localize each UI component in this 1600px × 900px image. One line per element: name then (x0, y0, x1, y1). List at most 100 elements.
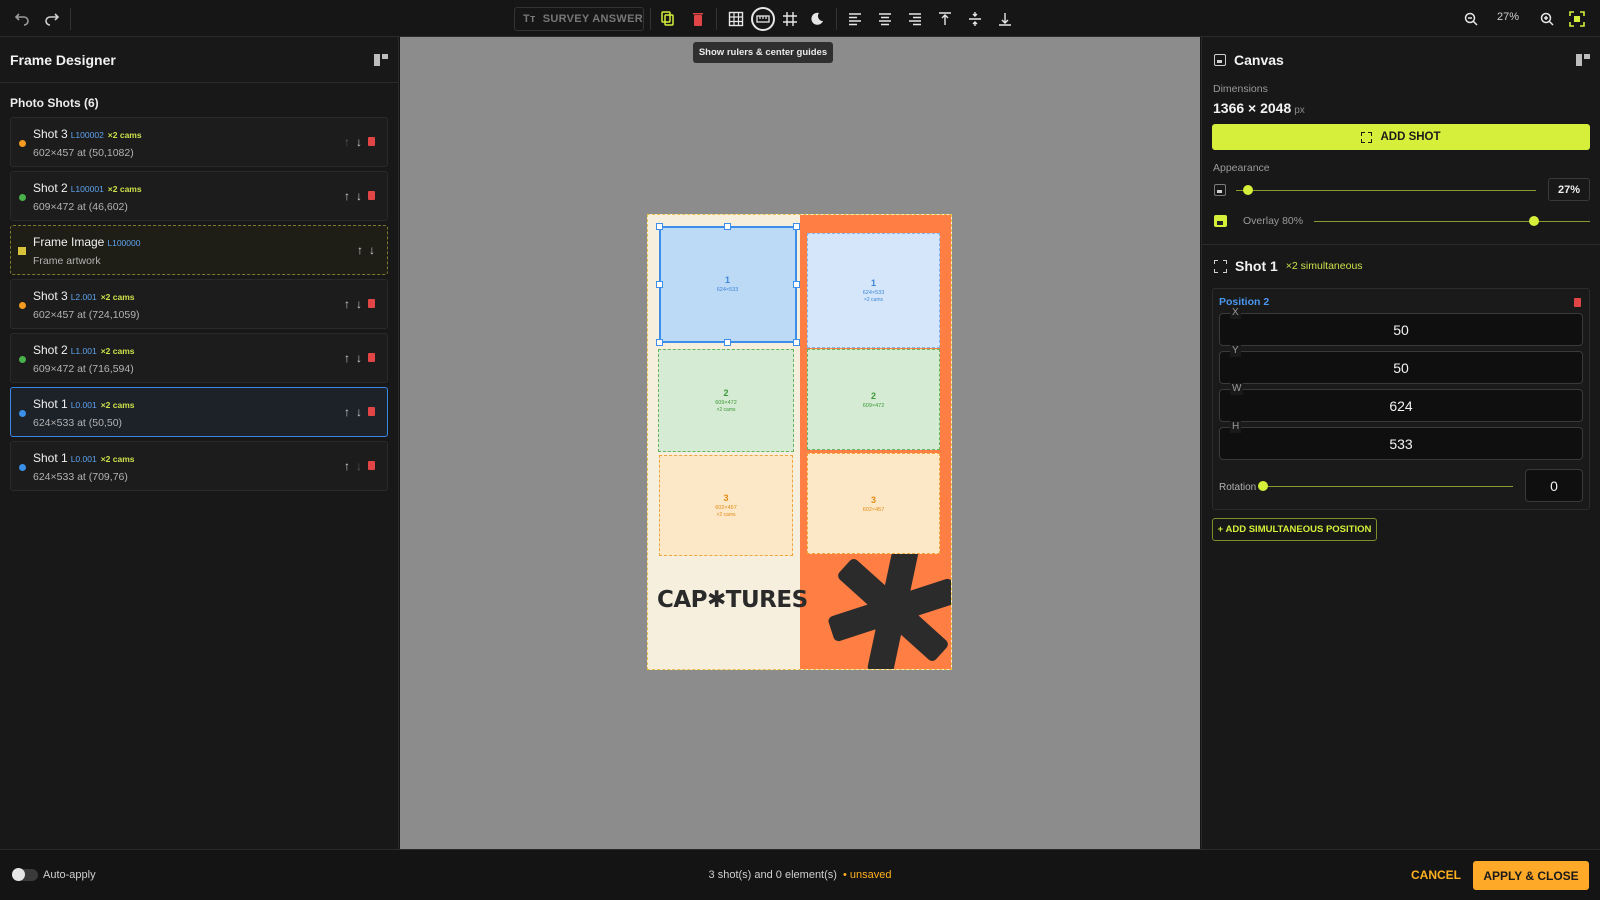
move-up-icon[interactable]: ↑ (344, 460, 350, 472)
zoom-out-icon[interactable] (1459, 7, 1483, 31)
delete-icon[interactable] (686, 7, 710, 31)
canvas-properties-panel: Canvas Dimensions 1366 × 2048 px ADD SHOT… (1201, 37, 1600, 849)
resize-handle[interactable] (724, 223, 731, 230)
frame-artboard[interactable]: CAP✱TURES 1 624×533 2 609×472 ×2 cams 3 … (647, 214, 952, 670)
shot-row[interactable]: Shot 3 L100002 ×2 cams 602×457 at (50,1082… (10, 117, 388, 167)
shot-name: Shot 3 (33, 127, 68, 141)
delete-shot-icon[interactable] (368, 190, 375, 200)
delete-shot-icon[interactable] (368, 298, 375, 308)
shot-3-slot[interactable]: 3 602×457 ×2 cams (659, 455, 793, 556)
cancel-button[interactable]: CANCEL (1411, 868, 1461, 882)
rotation-value-box[interactable]: 0 (1525, 469, 1583, 502)
move-up-icon[interactable]: ↑ (357, 244, 363, 256)
resize-handle[interactable] (793, 339, 800, 346)
zoom-slider-knob[interactable] (1243, 185, 1253, 195)
align-top-icon[interactable] (933, 7, 957, 31)
dark-mode-icon[interactable] (805, 7, 829, 31)
shot-row[interactable]: Shot 2 L1.001 ×2 cams 609×472 at (716,594)… (10, 333, 388, 383)
align-right-icon[interactable] (903, 7, 927, 31)
shot-meta: 609×472 at (716,594) (33, 363, 134, 375)
shot-row-selected[interactable]: Shot 1 L0.001 ×2 cams 624×533 at (50,50) ↑… (10, 387, 388, 437)
move-down-icon[interactable]: ↓ (356, 136, 362, 148)
rotation-slider-knob[interactable] (1258, 481, 1268, 491)
delete-shot-icon[interactable] (368, 460, 375, 470)
overlay-slider-track[interactable] (1314, 221, 1590, 222)
frame-image-row[interactable]: Frame Image L100000 Frame artwork ↑ ↓ (10, 225, 388, 275)
right-panel-header: Canvas (1202, 37, 1600, 83)
x-field[interactable]: X 50 (1219, 307, 1583, 346)
move-down-icon[interactable]: ↓ (356, 298, 362, 310)
h-field[interactable]: H 533 (1219, 421, 1583, 460)
align-center-icon[interactable] (873, 7, 897, 31)
align-bottom-icon[interactable] (993, 7, 1017, 31)
panel-title: Frame Designer (10, 51, 116, 68)
shot-meta: Frame artwork (33, 255, 101, 267)
zoom-slider-track[interactable] (1236, 190, 1536, 191)
grid-icon[interactable] (724, 7, 748, 31)
shot-actions: ↑ ↓ (344, 298, 375, 310)
move-down-icon[interactable]: ↓ (356, 406, 362, 418)
shot-row[interactable]: Shot 3 L2.001 ×2 cams 602×457 at (724,1059… (10, 279, 388, 329)
resize-handle[interactable] (724, 339, 731, 346)
shot-row[interactable]: Shot 1 L0.001 ×2 cams 624×533 at (709,76) … (10, 441, 388, 491)
survey-answer-button[interactable]: Tт SURVEY ANSWER (514, 7, 644, 31)
apply-close-button[interactable]: APPLY & CLOSE (1473, 861, 1589, 890)
move-up-icon[interactable]: ↑ (344, 352, 350, 364)
frame-designer-panel: Frame Designer Photo Shots (6) Shot 3 L10… (0, 37, 399, 849)
move-down-icon[interactable]: ↓ (356, 460, 362, 472)
resize-handle[interactable] (656, 223, 663, 230)
y-field[interactable]: Y 50 (1219, 345, 1583, 384)
shot-3-slot-right[interactable]: 3 602×457 (807, 453, 940, 554)
move-up-icon[interactable]: ↑ (344, 190, 350, 202)
delete-position-icon[interactable] (1574, 298, 1581, 307)
zoom-value-box[interactable]: 27% (1548, 178, 1590, 201)
frame-corners-icon (1361, 131, 1373, 143)
layer-id: L2.001 (70, 292, 97, 302)
resize-handle[interactable] (656, 281, 663, 288)
canvas-stage[interactable]: CAP✱TURES 1 624×533 2 609×472 ×2 cams 3 … (400, 37, 1200, 849)
slot-number: 2 (870, 390, 876, 401)
shot-2-slot-right[interactable]: 2 609×472 (807, 349, 940, 450)
redo-icon[interactable] (40, 7, 64, 31)
w-field[interactable]: W 624 (1219, 383, 1583, 422)
toolbar-divider (716, 8, 717, 30)
move-down-icon[interactable]: ↓ (356, 352, 362, 364)
resize-handle[interactable] (793, 223, 800, 230)
status-dot (19, 356, 26, 363)
slot-number: 1 (870, 278, 876, 288)
selection-outline[interactable] (659, 226, 797, 343)
undo-icon[interactable] (10, 7, 34, 31)
shot-row[interactable]: Shot 2 L100001 ×2 cams 609×472 at (46,602)… (10, 171, 388, 221)
shot-2-slot[interactable]: 2 609×472 ×2 cams (658, 349, 794, 452)
duplicate-icon[interactable] (656, 7, 680, 31)
slot-dimensions: 609×472 (715, 400, 737, 406)
rulers-icon[interactable] (751, 7, 775, 31)
shot-1-slot-right[interactable]: 1 624×533 ×2 cams (807, 233, 940, 348)
panel-toggle-icon[interactable] (1576, 54, 1590, 66)
move-up-icon[interactable]: ↑ (344, 298, 350, 310)
shot-name: Shot 2 (33, 181, 68, 195)
top-toolbar: Tт SURVEY ANSWER 27% (0, 0, 1600, 37)
center-guides-icon[interactable] (778, 7, 802, 31)
move-down-icon[interactable]: ↓ (369, 244, 375, 256)
resize-handle[interactable] (793, 281, 800, 288)
slot-dimensions: 624×533 (862, 290, 885, 296)
overlay-slider-knob[interactable] (1529, 216, 1539, 226)
add-shot-button[interactable]: ADD SHOT (1212, 124, 1590, 150)
delete-shot-icon[interactable] (368, 406, 375, 416)
delete-shot-icon[interactable] (368, 352, 375, 362)
delete-shot-icon[interactable] (368, 136, 375, 146)
align-left-icon[interactable] (843, 7, 867, 31)
panel-toggle-icon[interactable] (374, 53, 388, 66)
zoom-in-icon[interactable] (1535, 7, 1559, 31)
align-middle-icon[interactable] (963, 7, 987, 31)
frame-corners-icon (1214, 259, 1227, 273)
slot-cams: ×2 cams (716, 407, 736, 413)
move-up-icon[interactable]: ↑ (344, 136, 350, 148)
move-down-icon[interactable]: ↓ (356, 190, 362, 202)
fit-screen-icon[interactable] (1565, 7, 1589, 31)
rotation-slider-track[interactable] (1261, 486, 1513, 487)
resize-handle[interactable] (656, 339, 663, 346)
move-up-icon[interactable]: ↑ (344, 406, 350, 418)
add-simultaneous-position-button[interactable]: + ADD SIMULTANEOUS POSITION (1212, 518, 1377, 541)
